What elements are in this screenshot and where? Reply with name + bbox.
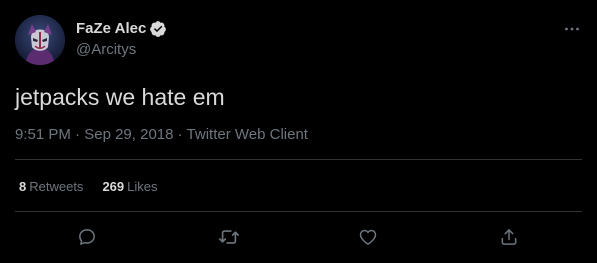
retweets-label: Retweets bbox=[29, 179, 84, 194]
more-options-button[interactable] bbox=[561, 18, 583, 40]
tweet-text: jetpacks we hate em bbox=[15, 84, 225, 110]
meta-separator: · bbox=[75, 126, 85, 143]
avatar[interactable] bbox=[15, 15, 65, 65]
tweet-client[interactable]: Twitter Web Client bbox=[187, 126, 308, 143]
tweet-date[interactable]: Sep 29, 2018 bbox=[84, 126, 173, 143]
reply-button[interactable] bbox=[72, 222, 102, 252]
heart-icon bbox=[359, 229, 377, 245]
tweet-time[interactable]: 9:51 PM bbox=[15, 126, 71, 143]
tweet-actions bbox=[0, 222, 597, 252]
share-button[interactable] bbox=[494, 222, 524, 252]
likes-stat[interactable]: 269 Likes bbox=[102, 178, 157, 196]
username-handle[interactable]: @Arcitys bbox=[76, 40, 167, 60]
retweet-icon bbox=[219, 230, 239, 244]
divider bbox=[15, 211, 582, 212]
tweet-stats: 8 Retweets 269 Likes bbox=[19, 178, 158, 196]
tweet-metadata: 9:51 PM · Sep 29, 2018 · Twitter Web Cli… bbox=[15, 125, 308, 145]
meta-separator: · bbox=[177, 126, 187, 143]
more-horizontal-icon bbox=[565, 27, 579, 31]
divider bbox=[15, 159, 582, 160]
reply-icon bbox=[79, 229, 95, 245]
name-row: FaZe Alec bbox=[76, 19, 167, 39]
display-name[interactable]: FaZe Alec bbox=[76, 19, 146, 39]
verified-badge-icon bbox=[149, 20, 167, 38]
retweet-button[interactable] bbox=[214, 222, 244, 252]
retweets-stat[interactable]: 8 Retweets bbox=[19, 178, 83, 196]
likes-count: 269 bbox=[102, 179, 125, 194]
retweets-count: 8 bbox=[19, 179, 27, 194]
tweet-card: FaZe Alec @Arcitys jetpacks we hate em 9… bbox=[0, 0, 597, 263]
likes-label: Likes bbox=[127, 179, 158, 194]
like-button[interactable] bbox=[353, 222, 383, 252]
avatar-image bbox=[15, 15, 65, 65]
share-icon bbox=[501, 229, 517, 245]
author-info[interactable]: FaZe Alec @Arcitys bbox=[76, 19, 167, 60]
